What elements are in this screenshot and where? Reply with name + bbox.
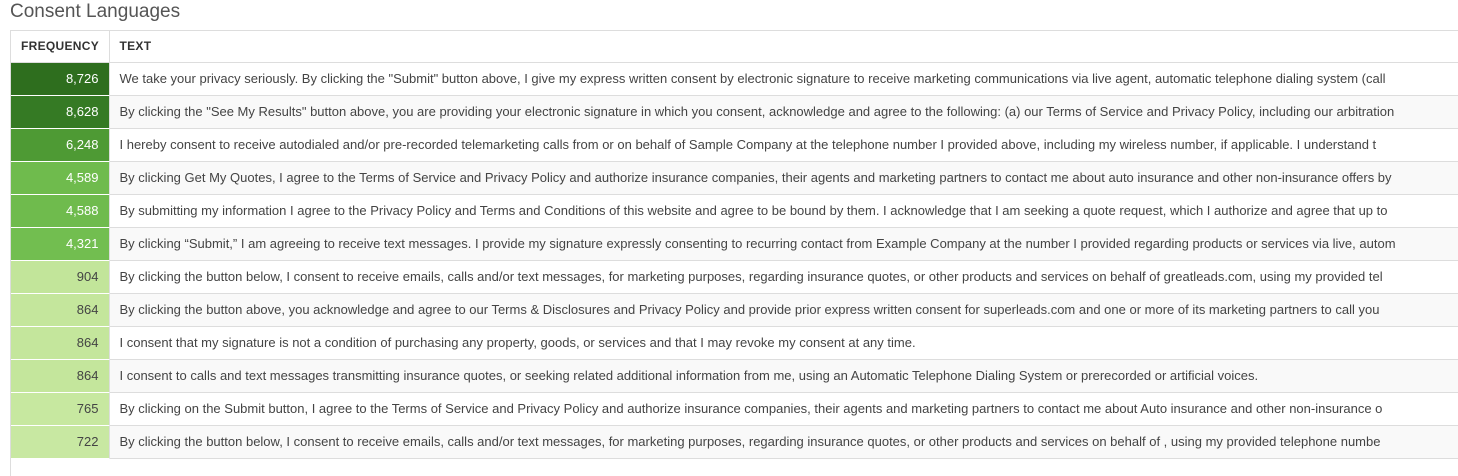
table-row[interactable]: 4,589 By clicking Get My Quotes, I agree … (11, 161, 1458, 195)
table-row[interactable]: 8,726 We take your privacy seriously. By … (11, 62, 1458, 96)
consent-languages-table-container[interactable]: FREQUENCY TEXT 8,726 We take your privacy… (10, 30, 1458, 476)
consent-languages-table: FREQUENCY TEXT 8,726 We take your privacy… (11, 31, 1458, 459)
table-row[interactable]: 6,248 I hereby consent to receive autodia… (11, 128, 1458, 162)
table-row[interactable]: 864 I consent to calls and text messages … (11, 359, 1458, 393)
frequency-cell: 4,589 (11, 161, 110, 195)
frequency-cell: 864 (11, 359, 110, 393)
consent-text-cell: We take your privacy seriously. By click… (109, 62, 1458, 96)
frequency-cell: 8,628 (11, 95, 110, 129)
frequency-cell: 765 (11, 392, 110, 426)
table-row[interactable]: 8,628 By clicking the "See My Results" bu… (11, 95, 1458, 129)
consent-text-cell: I consent that my signature is not a con… (109, 326, 1458, 360)
consent-text-cell: By clicking the "See My Results" button … (109, 95, 1458, 129)
consent-text-cell: By clicking the button above, you acknow… (109, 293, 1458, 327)
consent-languages-panel: Consent Languages FREQUENCY TEXT 8,726 We… (0, 0, 1458, 476)
consent-text-cell: I consent to calls and text messages tra… (109, 359, 1458, 393)
table-header-row: FREQUENCY TEXT (11, 31, 1458, 63)
consent-text-cell: I hereby consent to receive autodialed a… (109, 128, 1458, 162)
table-row[interactable]: 765 By clicking on the Submit button, I a… (11, 392, 1458, 426)
frequency-cell: 904 (11, 260, 110, 294)
frequency-cell: 864 (11, 293, 110, 327)
consent-text-cell: By clicking on the Submit button, I agre… (109, 392, 1458, 426)
frequency-cell: 6,248 (11, 128, 110, 162)
frequency-cell: 4,321 (11, 227, 110, 261)
table-row[interactable]: 864 I consent that my signature is not a … (11, 326, 1458, 360)
section-title: Consent Languages (10, 1, 181, 22)
table-row[interactable]: 722 By clicking the button below, I conse… (11, 425, 1458, 459)
consent-text-cell: By clicking the button below, I consent … (109, 425, 1458, 459)
table-row[interactable]: 904 By clicking the button below, I conse… (11, 260, 1458, 294)
table-row[interactable]: 4,321 By clicking “Submit,” I am agreeing… (11, 227, 1458, 261)
consent-text-cell: By submitting my information I agree to … (109, 194, 1458, 228)
column-header-frequency[interactable]: FREQUENCY (11, 31, 110, 63)
frequency-cell: 864 (11, 326, 110, 360)
table-row[interactable]: 4,588 By submitting my information I agre… (11, 194, 1458, 228)
frequency-cell: 722 (11, 425, 110, 459)
consent-text-cell: By clicking “Submit,” I am agreeing to r… (109, 227, 1458, 261)
table-body: 8,726 We take your privacy seriously. By … (11, 62, 1458, 459)
table-row[interactable]: 864 By clicking the button above, you ack… (11, 293, 1458, 327)
frequency-cell: 4,588 (11, 194, 110, 228)
consent-text-cell: By clicking Get My Quotes, I agree to th… (109, 161, 1458, 195)
column-header-text[interactable]: TEXT (109, 31, 1458, 63)
consent-text-cell: By clicking the button below, I consent … (109, 260, 1458, 294)
frequency-cell: 8,726 (11, 62, 110, 96)
